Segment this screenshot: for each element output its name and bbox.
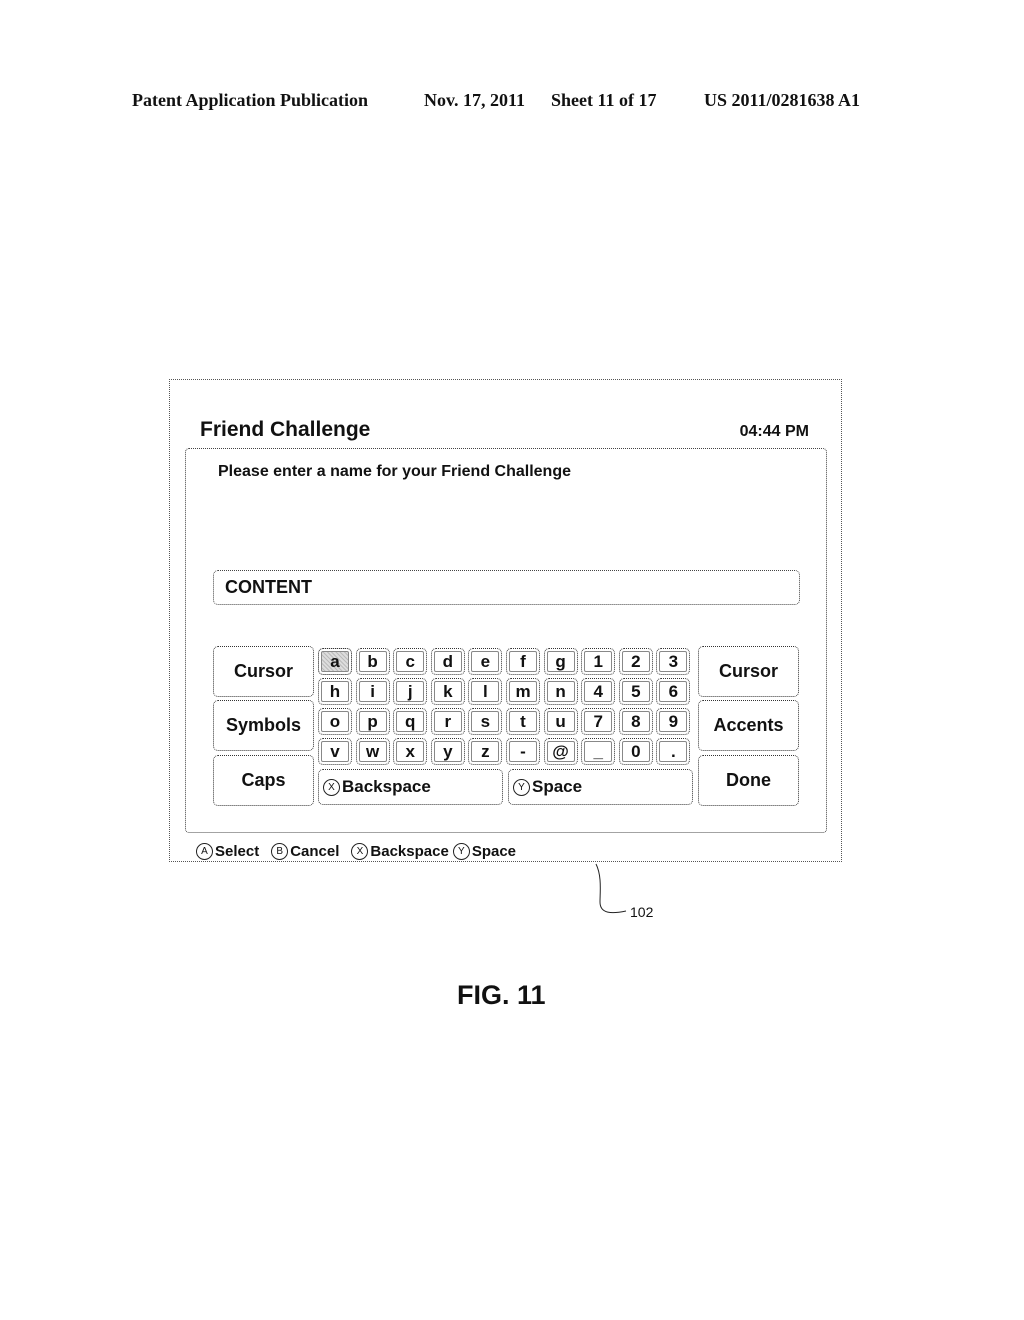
backspace-label: Backspace	[342, 777, 431, 796]
key-6[interactable]: 6	[656, 678, 691, 705]
clock: 04:44 PM	[739, 423, 809, 440]
key-v[interactable]: v	[318, 738, 352, 765]
hint-label: Cancel	[290, 843, 340, 860]
accents-button[interactable]: Accents	[698, 700, 799, 751]
hint-label: Backspace	[370, 843, 449, 860]
key-w[interactable]: w	[355, 738, 390, 765]
cursor-left-button[interactable]: Cursor	[213, 646, 314, 697]
key-z[interactable]: z	[468, 738, 503, 765]
key-j[interactable]: j	[393, 678, 428, 705]
key-0[interactable]: 0	[618, 738, 653, 765]
prompt-text: Please enter a name for your Friend Chal…	[218, 463, 571, 480]
friend-challenge-screen: Friend Challenge 04:44 PM Please enter a…	[169, 379, 842, 862]
y-button-icon: Y	[452, 843, 470, 860]
caps-button[interactable]: Caps	[213, 755, 314, 806]
publication-label: Patent Application Publication	[132, 90, 369, 110]
key-u[interactable]: u	[543, 708, 578, 735]
key-t[interactable]: t	[506, 708, 540, 735]
sheet-number: Sheet 11 of 17	[551, 90, 657, 110]
x-button-icon: X	[323, 778, 340, 796]
reference-numeral: 102	[630, 904, 654, 920]
key-n[interactable]: n	[543, 678, 578, 705]
b-button-icon: B	[271, 843, 289, 860]
key-5[interactable]: 5	[618, 678, 653, 705]
key-i[interactable]: i	[355, 678, 390, 705]
hint-cancel: B Cancel	[271, 843, 339, 860]
key-k[interactable]: k	[430, 678, 465, 705]
key-f[interactable]: f	[506, 648, 540, 675]
screen-title: Friend Challenge	[200, 418, 371, 441]
key-h[interactable]: h	[318, 678, 352, 705]
key-8[interactable]: 8	[618, 708, 653, 735]
figure-label: FIG. 11	[457, 980, 546, 1010]
x-button-icon: X	[351, 843, 369, 860]
key-m[interactable]: m	[506, 678, 540, 705]
key-a[interactable]: a	[318, 648, 352, 675]
key-l[interactable]: l	[468, 678, 503, 705]
patent-number: US 2011/0281638 A1	[704, 90, 861, 110]
key-4[interactable]: 4	[581, 678, 616, 705]
key-underscore[interactable]: _	[581, 738, 616, 765]
key-r[interactable]: r	[430, 708, 465, 735]
key-g[interactable]: g	[543, 648, 578, 675]
publication-date: Nov. 17, 2011	[424, 90, 526, 110]
challenge-name-input[interactable]	[213, 570, 800, 605]
hint-label: Select	[215, 843, 260, 860]
hint-space: Y Space	[452, 843, 517, 860]
space-label: Space	[532, 777, 583, 796]
backspace-button[interactable]: X Backspace	[318, 769, 503, 805]
key-c[interactable]: c	[393, 648, 428, 675]
key-3[interactable]: 3	[656, 648, 691, 675]
cursor-right-button[interactable]: Cursor	[698, 646, 799, 697]
hint-label: Space	[471, 843, 517, 860]
key-p[interactable]: p	[355, 708, 390, 735]
key-d[interactable]: d	[430, 648, 465, 675]
key-q[interactable]: q	[393, 708, 428, 735]
key-1[interactable]: 1	[581, 648, 616, 675]
key-2[interactable]: 2	[618, 648, 653, 675]
done-button[interactable]: Done	[698, 755, 799, 806]
symbols-button[interactable]: Symbols	[213, 700, 314, 751]
key-at[interactable]: @	[543, 738, 578, 765]
patent-header: Patent Application Publication Nov. 17, …	[0, 90, 1024, 114]
key-e[interactable]: e	[468, 648, 503, 675]
hint-backspace: X Backspace	[351, 843, 449, 860]
key-dash[interactable]: -	[506, 738, 540, 765]
key-s[interactable]: s	[468, 708, 503, 735]
a-button-icon: A	[196, 843, 213, 860]
y-button-icon: Y	[513, 778, 530, 796]
key-9[interactable]: 9	[656, 708, 691, 735]
hint-select: A Select	[196, 843, 259, 860]
name-entry-panel: Please enter a name for your Friend Chal…	[185, 448, 827, 833]
key-b[interactable]: b	[355, 648, 390, 675]
key-y[interactable]: y	[430, 738, 465, 765]
key-x[interactable]: x	[393, 738, 428, 765]
key-period[interactable]: .	[656, 738, 691, 765]
key-o[interactable]: o	[318, 708, 352, 735]
key-7[interactable]: 7	[581, 708, 616, 735]
controller-hints: A Select B Cancel X Backspace Y Space	[196, 843, 528, 860]
space-button[interactable]: Y Space	[508, 769, 693, 805]
